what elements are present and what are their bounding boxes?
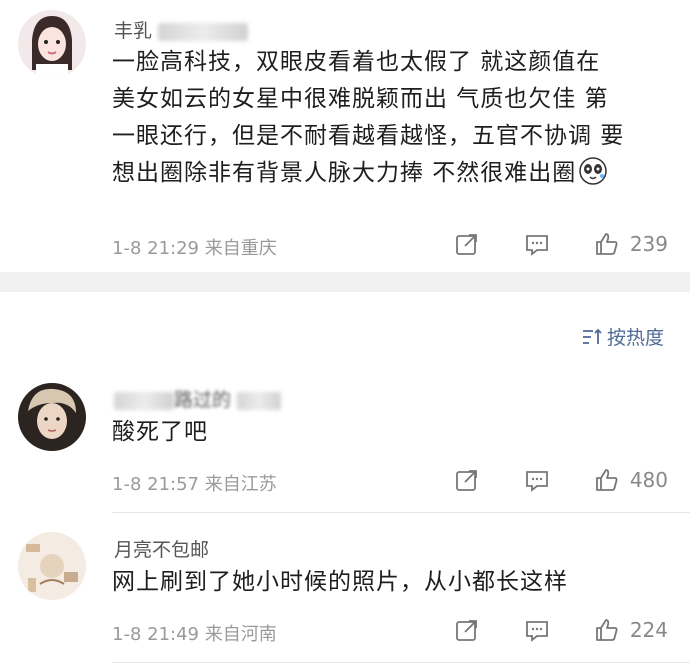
sort-by-hot-button[interactable]: 按热度 <box>581 323 664 350</box>
comment-actions: 239 <box>454 226 668 262</box>
username[interactable]: 丰乳 <box>114 16 249 43</box>
like-count: 480 <box>629 468 668 492</box>
like-icon[interactable] <box>594 617 620 643</box>
like-icon[interactable] <box>594 467 620 493</box>
comment-text: 酸死了吧 <box>112 419 208 445</box>
divider <box>112 662 690 663</box>
comment-actions: 224 <box>454 612 668 648</box>
comment-meta: 1-8 21:29 来自重庆 <box>112 234 277 260</box>
comment-meta: 1-8 21:49 来自河南 <box>112 620 277 646</box>
sort-icon <box>582 328 602 344</box>
section-separator <box>0 272 690 292</box>
username[interactable]: 路过的 <box>114 385 282 412</box>
panda-face-emoji <box>579 157 608 185</box>
location: 来自河南 <box>204 624 277 645</box>
timestamp: 1-8 21:29 <box>112 238 199 259</box>
comment-meta: 1-8 21:57 来自江苏 <box>112 470 277 496</box>
timestamp: 1-8 21:49 <box>112 624 199 645</box>
comment-text: 网上刷到了她小时候的照片，从小都长这样 <box>112 569 568 595</box>
location: 来自重庆 <box>204 238 277 259</box>
avatar[interactable] <box>18 10 86 78</box>
divider <box>112 512 690 513</box>
comment-icon[interactable] <box>524 231 550 257</box>
like-count: 239 <box>629 232 668 256</box>
like-icon[interactable] <box>594 231 620 257</box>
share-icon[interactable] <box>454 231 480 257</box>
location: 来自江苏 <box>204 474 277 495</box>
share-icon[interactable] <box>454 617 480 643</box>
comment-actions: 480 <box>454 462 668 498</box>
share-icon[interactable] <box>454 467 480 493</box>
sort-label: 按热度 <box>606 327 664 349</box>
comment-icon[interactable] <box>524 467 550 493</box>
username[interactable]: 月亮不包邮 <box>114 535 209 562</box>
avatar[interactable] <box>18 532 86 600</box>
avatar[interactable] <box>18 383 86 451</box>
comment-text: 一脸高科技，双眼皮看着也太假了 就这颜值在 美女如云的女星中很难脱颖而出 气质也… <box>112 49 625 186</box>
timestamp: 1-8 21:57 <box>112 474 199 495</box>
like-count: 224 <box>629 618 668 642</box>
comment-icon[interactable] <box>524 617 550 643</box>
